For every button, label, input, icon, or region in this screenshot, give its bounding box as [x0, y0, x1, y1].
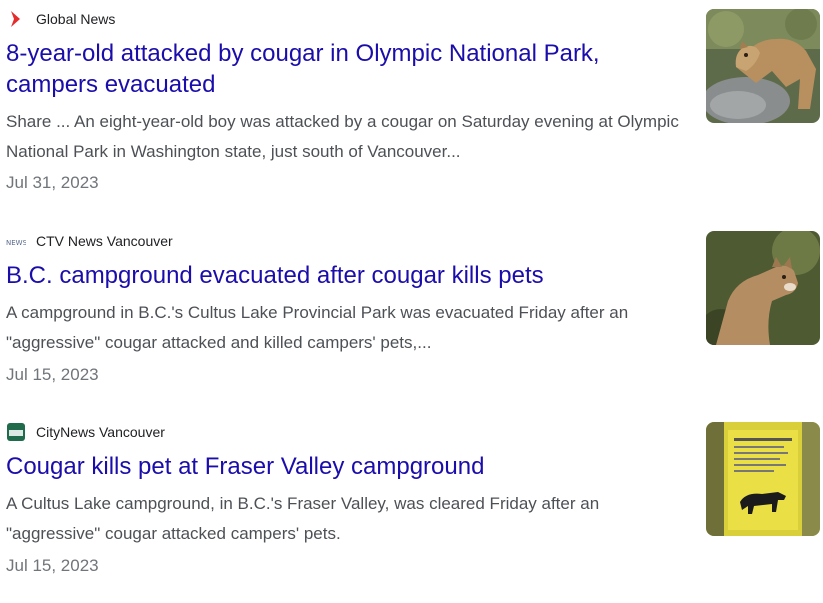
article-snippet: A campground in B.C.'s Cultus Lake Provi… — [6, 303, 629, 352]
svg-text:NEWS: NEWS — [6, 239, 26, 247]
citynews-logo-icon — [6, 422, 26, 442]
source-row: Global News — [6, 9, 115, 29]
article-snippet: A Cultus Lake campground, in B.C.'s Fras… — [6, 494, 600, 543]
source-row: NEWS CTV News Vancouver — [6, 231, 173, 251]
source-name: Global News — [36, 11, 116, 27]
article-headline-link[interactable]: Cougar kills pet at Fraser Valley campgr… — [6, 451, 686, 482]
cougar-warning-sign-thumbnail[interactable] — [706, 422, 820, 536]
article-snippet: Share ... An eight-year-old boy was atta… — [6, 112, 679, 161]
cougar-portrait-thumbnail[interactable] — [706, 231, 820, 345]
source-name: CityNews Vancouver — [36, 424, 165, 440]
source-row: CityNews Vancouver — [6, 422, 165, 442]
article-headline-link[interactable]: 8-year-old attacked by cougar in Olympic… — [6, 38, 686, 100]
cougar-on-rock-thumbnail[interactable] — [706, 9, 820, 123]
article-date: Jul 31, 2023 — [6, 173, 99, 192]
article-date: Jul 15, 2023 — [6, 556, 99, 575]
article-headline-link[interactable]: B.C. campground evacuated after cougar k… — [6, 260, 686, 291]
article-date: Jul 15, 2023 — [6, 365, 99, 384]
source-name: CTV News Vancouver — [36, 233, 173, 249]
global-news-logo-icon — [6, 9, 26, 29]
news-card[interactable]: Global News 8-year-old attacked by couga… — [0, 0, 823, 192]
news-card[interactable]: CityNews Vancouver Cougar kills pet at F… — [0, 413, 823, 603]
news-card[interactable]: NEWS CTV News Vancouver B.C. campground … — [0, 222, 823, 412]
ctv-news-logo-icon: NEWS — [6, 231, 26, 251]
